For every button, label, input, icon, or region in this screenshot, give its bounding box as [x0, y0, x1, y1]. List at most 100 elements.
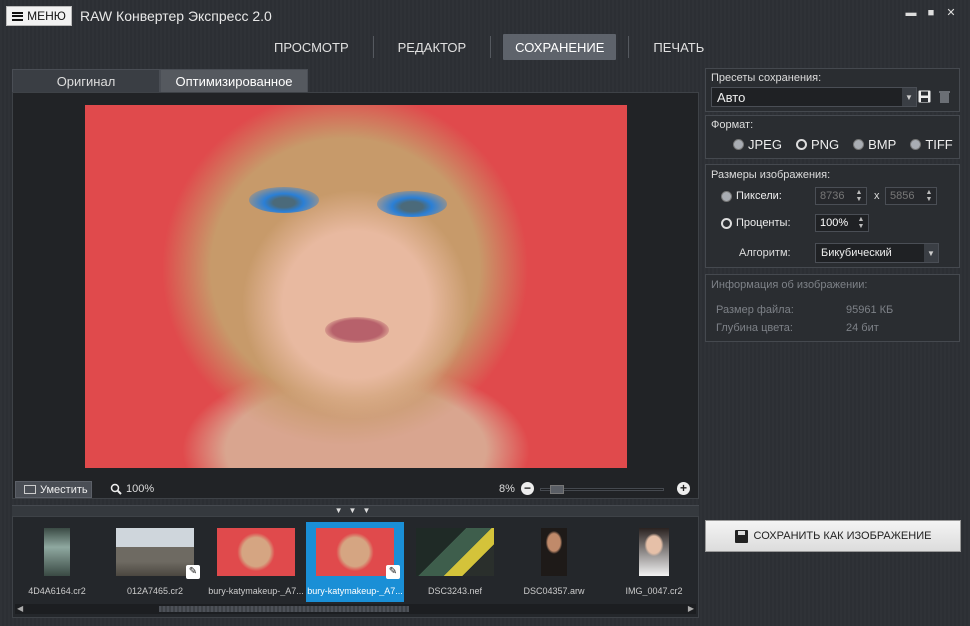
zoom-slider[interactable] — [540, 485, 664, 494]
format-jpeg-radio[interactable]: JPEG — [733, 137, 782, 152]
filmstrip-scrollbar[interactable]: ◀ ▶ — [15, 604, 696, 614]
format-tiff-label: TIFF — [925, 137, 953, 152]
tab-save[interactable]: СОХРАНЕНИЕ — [503, 34, 617, 60]
menu-button[interactable]: МЕНЮ — [6, 6, 72, 26]
color-depth-value: 24 бит — [846, 322, 879, 334]
tab-original[interactable]: Оригинал — [12, 69, 160, 92]
algorithm-dropdown[interactable]: Бикубический ▼ — [815, 243, 939, 263]
presets-value: Авто — [717, 89, 746, 105]
size-separator: x — [874, 190, 880, 202]
zoom-icon[interactable] — [110, 483, 122, 495]
color-depth-label: Глубина цвета: — [716, 322, 793, 334]
tab-editor[interactable]: РЕДАКТОР — [386, 34, 479, 60]
thumbnail[interactable]: IMG_0047.cr2 — [605, 522, 703, 602]
chevron-down-icon: ▼ — [924, 244, 938, 262]
minimize-icon[interactable]: ▬ — [904, 6, 918, 20]
format-label: Формат: — [711, 119, 754, 131]
lips-shape — [325, 317, 389, 343]
info-label: Информация об изображении: — [711, 279, 868, 291]
thumbnail[interactable]: bury-katymakeup-_A7... — [207, 522, 305, 602]
radio-checked-icon — [795, 139, 807, 150]
pixels-radio[interactable]: Пиксели: — [721, 190, 782, 202]
maximize-icon[interactable]: ■ — [924, 6, 938, 20]
delete-preset-icon[interactable] — [939, 90, 950, 103]
format-panel: Формат: JPEG PNG BMP TIFF — [705, 115, 960, 159]
thumbnail[interactable]: ✎ 012A7465.cr2 — [106, 522, 204, 602]
nav-divider — [372, 36, 374, 58]
zoom-slider-thumb[interactable] — [550, 485, 564, 494]
main-nav: ПРОСМОТР РЕДАКТОР СОХРАНЕНИЕ ПЕЧАТЬ — [262, 34, 716, 62]
radio-icon — [910, 139, 922, 150]
radio-icon — [733, 139, 744, 150]
thumbnail-image — [44, 528, 70, 576]
scroll-right-icon[interactable]: ▶ — [688, 604, 694, 614]
percent-input[interactable]: 100% ▲ ▼ — [815, 214, 869, 232]
floppy-disk-icon — [734, 529, 748, 543]
thumbnail[interactable]: 4D4A6164.cr2 — [8, 522, 106, 602]
right-eye-shape — [377, 191, 447, 217]
format-png-radio[interactable]: PNG — [795, 137, 839, 152]
scrollbar-thumb[interactable] — [159, 606, 409, 612]
thumbnail-name: IMG_0047.cr2 — [625, 586, 683, 596]
viewer-toolbar: Уместить 100% 8% − + — [12, 480, 699, 500]
tab-optimized[interactable]: Оптимизированное — [160, 69, 308, 92]
edit-icon: ✎ — [386, 565, 400, 579]
spinner-icon[interactable]: ▲ ▼ — [923, 189, 935, 203]
pixels-label: Пиксели: — [736, 190, 782, 202]
height-value: 5856 — [890, 190, 915, 202]
size-label: Размеры изображения: — [711, 169, 831, 181]
format-bmp-radio[interactable]: BMP — [853, 137, 896, 152]
width-input[interactable]: 8736 ▲ ▼ — [815, 187, 867, 205]
image-info-panel: Информация об изображении: Размер файла:… — [705, 274, 960, 342]
thumbnail-image — [416, 528, 494, 576]
scroll-left-icon[interactable]: ◀ — [17, 604, 23, 614]
filmstrip-toggle[interactable]: ▼▼▼ — [12, 505, 699, 516]
presets-label: Пресеты сохранения: — [711, 72, 822, 84]
thumbnail-selected[interactable]: ✎ bury-katymakeup-_A7... — [306, 522, 404, 602]
algorithm-label: Алгоритм: — [739, 247, 791, 259]
radio-icon — [721, 190, 732, 202]
thumbnail-name: DSC04357.arw — [523, 586, 585, 596]
file-size-value: 95961 КБ — [846, 304, 894, 316]
file-size-label: Размер файла: — [716, 304, 794, 316]
save-as-image-button[interactable]: СОХРАНИТЬ КАК ИЗОБРАЖЕНИЕ — [705, 520, 961, 552]
filmstrip: 4D4A6164.cr2 ✎ 012A7465.cr2 bury-katymak… — [12, 516, 699, 618]
percent-radio[interactable]: Проценты: — [721, 217, 791, 229]
fit-button[interactable]: Уместить — [15, 481, 92, 498]
fit-icon — [24, 485, 36, 494]
hamburger-icon — [12, 11, 24, 21]
spinner-icon[interactable]: ▲ ▼ — [855, 216, 867, 230]
format-tiff-radio[interactable]: TIFF — [910, 137, 953, 152]
percent-value: 100% — [820, 217, 849, 229]
close-icon[interactable]: ✕ — [944, 6, 958, 20]
nav-divider — [490, 36, 492, 58]
image-viewer — [12, 92, 699, 499]
thumbnail-image — [217, 528, 295, 576]
thumbnail[interactable]: DSC04357.arw — [505, 522, 603, 602]
zoom-out-icon[interactable]: − — [521, 482, 534, 495]
radio-icon — [853, 139, 865, 150]
percent-label: Проценты: — [736, 217, 791, 229]
zoom-level: 100% — [126, 483, 155, 495]
menu-button-label: МЕНЮ — [27, 9, 66, 23]
tab-view[interactable]: ПРОСМОТР — [262, 34, 361, 60]
thumbnail[interactable]: DSC3243.nef — [406, 522, 504, 602]
zoom-in-icon[interactable]: + — [677, 482, 690, 495]
save-preset-icon[interactable] — [918, 90, 931, 103]
format-jpeg-label: JPEG — [748, 137, 782, 152]
scale-percent: 8% — [499, 483, 515, 495]
spinner-icon[interactable]: ▲ ▼ — [853, 189, 865, 203]
presets-dropdown[interactable]: Авто ▼ — [711, 87, 917, 107]
tab-print[interactable]: ПЕЧАТЬ — [641, 34, 716, 60]
fit-button-label: Уместить — [40, 483, 88, 496]
thumbnail-name: bury-katymakeup-_A7... — [307, 586, 403, 596]
format-bmp-label: BMP — [868, 137, 897, 152]
view-tabs: Оригинал Оптимизированное — [12, 69, 308, 92]
thumbnail-image — [541, 528, 567, 576]
nav-divider — [628, 36, 630, 58]
chevron-down-icon: ▼ — [902, 88, 916, 106]
radio-checked-icon — [721, 217, 732, 229]
presets-panel: Пресеты сохранения: Авто ▼ — [705, 68, 960, 112]
thumbnail-name: 4D4A6164.cr2 — [28, 586, 86, 596]
height-input[interactable]: 5856 ▲ ▼ — [885, 187, 937, 205]
